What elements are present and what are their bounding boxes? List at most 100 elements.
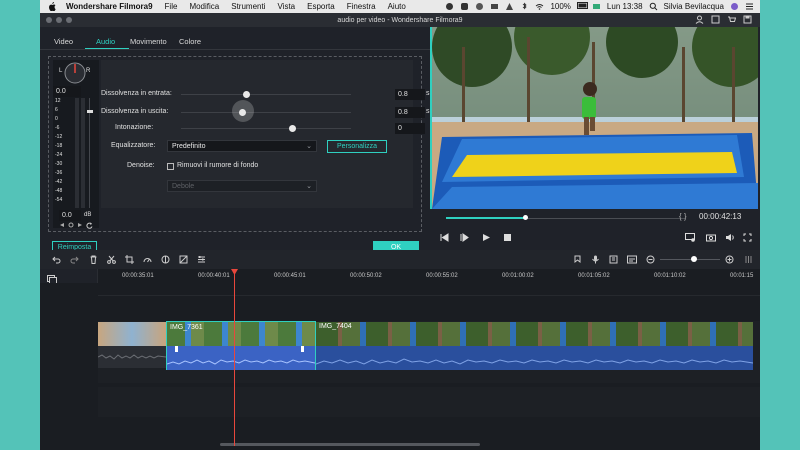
target-icon[interactable] <box>68 222 74 230</box>
video-preview[interactable] <box>432 27 758 209</box>
tab-colore[interactable]: Colore <box>179 37 201 46</box>
status-app-icon[interactable] <box>460 2 469 11</box>
timeline-ruler[interactable]: 00:00:35:01 00:00:40:01 00:00:45:01 00:0… <box>98 269 760 283</box>
fade-out-value[interactable]: 0.8 <box>395 107 425 118</box>
flag-icon[interactable] <box>592 2 601 11</box>
zoom-window-button[interactable] <box>66 17 72 23</box>
ruler-tick-label: 00:00:40:01 <box>198 273 230 279</box>
play-icon[interactable] <box>482 233 491 242</box>
fade-out-unit: s <box>426 108 430 115</box>
bluetooth-icon[interactable] <box>520 2 529 11</box>
siri-icon[interactable] <box>730 2 739 11</box>
video-clip-thumbnails[interactable]: IMG_7404 <box>316 322 753 346</box>
selected-video-clip[interactable]: IMG_7361 <box>166 321 316 370</box>
menu-modifica[interactable]: Modifica <box>189 2 219 11</box>
playhead[interactable] <box>234 269 235 446</box>
timeline-scrollbar[interactable] <box>220 443 480 446</box>
fade-out-handle[interactable] <box>301 346 304 352</box>
undo-icon[interactable] <box>52 255 61 264</box>
pitch-track[interactable] <box>181 128 351 129</box>
account-icon[interactable] <box>695 15 704 24</box>
preview-left-handle[interactable] <box>430 27 432 209</box>
render-preview-icon[interactable] <box>685 233 696 242</box>
search-icon[interactable] <box>649 2 658 11</box>
speed-icon[interactable] <box>143 255 152 264</box>
menu-aiuto[interactable]: Aiuto <box>388 2 406 11</box>
close-window-button[interactable] <box>46 17 52 23</box>
meter-scale: 12 6 0 -6 -12 -18 -24 -30 -36 -42 -48 -5… <box>55 98 63 203</box>
reset-gain-icon[interactable] <box>86 222 93 230</box>
voiceover-icon[interactable] <box>609 255 618 264</box>
stop-icon[interactable] <box>503 233 512 242</box>
cut-icon[interactable] <box>107 255 116 264</box>
green-screen-icon[interactable] <box>179 255 188 264</box>
delete-icon[interactable] <box>89 255 98 264</box>
menu-finestra[interactable]: Finestra <box>347 2 376 11</box>
save-icon[interactable] <box>743 15 752 24</box>
fade-in-track[interactable] <box>181 94 351 95</box>
tab-audio[interactable]: Audio <box>96 37 115 46</box>
customize-button[interactable]: Personalizza <box>327 140 387 153</box>
fade-out-track[interactable] <box>181 112 351 113</box>
menu-list-icon[interactable] <box>745 2 754 11</box>
zoom-slider-track[interactable] <box>660 259 720 260</box>
user-name[interactable]: Silvia Bevilacqua <box>664 2 724 11</box>
denoise-checkbox[interactable] <box>167 163 174 170</box>
preview-progress-handle[interactable] <box>523 215 529 220</box>
menu-vista[interactable]: Vista <box>277 2 295 11</box>
previous-frame-icon[interactable] <box>440 233 449 242</box>
zoom-out-icon[interactable] <box>646 255 655 264</box>
play-frame-icon[interactable] <box>460 233 469 242</box>
pitch-value[interactable]: 0 <box>395 123 425 134</box>
pitch-slider[interactable] <box>289 125 296 132</box>
status-app-icon[interactable] <box>490 2 499 11</box>
pan-knob[interactable] <box>63 60 87 84</box>
menu-app-name[interactable]: Wondershare Filmora9 <box>66 2 153 11</box>
feedback-icon[interactable] <box>711 15 720 24</box>
filmora-window: audio per video - Wondershare Filmora9 V… <box>40 13 760 450</box>
meter-bar-left <box>75 98 79 208</box>
zoom-slider-handle[interactable] <box>691 256 697 262</box>
gain-fader[interactable] <box>87 98 93 208</box>
pan-value[interactable]: 0.0 <box>53 86 81 97</box>
microphone-icon[interactable] <box>591 255 600 264</box>
menu-strumenti[interactable]: Strumenti <box>231 2 265 11</box>
wifi-icon[interactable] <box>535 2 544 11</box>
timeline-tracks[interactable]: IMG_7361 IMG_7404 <box>40 283 760 450</box>
arrow-right-icon[interactable] <box>77 222 83 230</box>
ruler-tick-label: 00:00:45:01 <box>274 273 306 279</box>
tab-movimento[interactable]: Movimento <box>130 37 167 46</box>
menu-esporta[interactable]: Esporta <box>307 2 335 11</box>
fade-in-handle[interactable] <box>175 346 178 352</box>
grid-icon[interactable] <box>744 255 753 264</box>
minimize-window-button[interactable] <box>56 17 62 23</box>
fullscreen-icon[interactable] <box>743 233 752 242</box>
apple-icon[interactable] <box>48 2 56 11</box>
fade-out-slider[interactable] <box>239 109 246 116</box>
redo-icon[interactable] <box>70 255 79 264</box>
cart-icon[interactable] <box>727 15 736 24</box>
fade-in-value[interactable]: 0.8 <box>395 89 425 100</box>
arrow-left-icon[interactable] <box>59 222 65 230</box>
audio-mixer-icon[interactable] <box>197 255 206 264</box>
mark-in-out-icon[interactable]: { } <box>679 212 687 221</box>
crop-icon[interactable] <box>125 255 134 264</box>
snapshot-icon[interactable] <box>706 233 716 242</box>
status-app-icon[interactable] <box>505 2 514 11</box>
volume-icon[interactable] <box>725 233 735 242</box>
tab-video[interactable]: Video <box>54 37 73 46</box>
status-app-icon[interactable] <box>445 2 454 11</box>
marker-icon[interactable] <box>573 255 582 264</box>
clock[interactable]: Lun 13:38 <box>607 2 643 11</box>
zoom-in-icon[interactable] <box>725 255 734 264</box>
fade-in-slider[interactable] <box>243 91 250 98</box>
gain-value[interactable]: 0.0 <box>59 210 81 221</box>
menu-file[interactable]: File <box>165 2 178 11</box>
subtitle-icon[interactable] <box>627 255 637 264</box>
color-icon[interactable] <box>161 255 170 264</box>
video-clip-thumbnails[interactable] <box>98 322 166 346</box>
status-app-icon[interactable] <box>475 2 484 11</box>
battery-icon[interactable] <box>576 2 588 11</box>
left-channel-label: L <box>59 68 63 74</box>
equalizer-dropdown[interactable]: Predefinito ⌄ <box>167 140 317 152</box>
